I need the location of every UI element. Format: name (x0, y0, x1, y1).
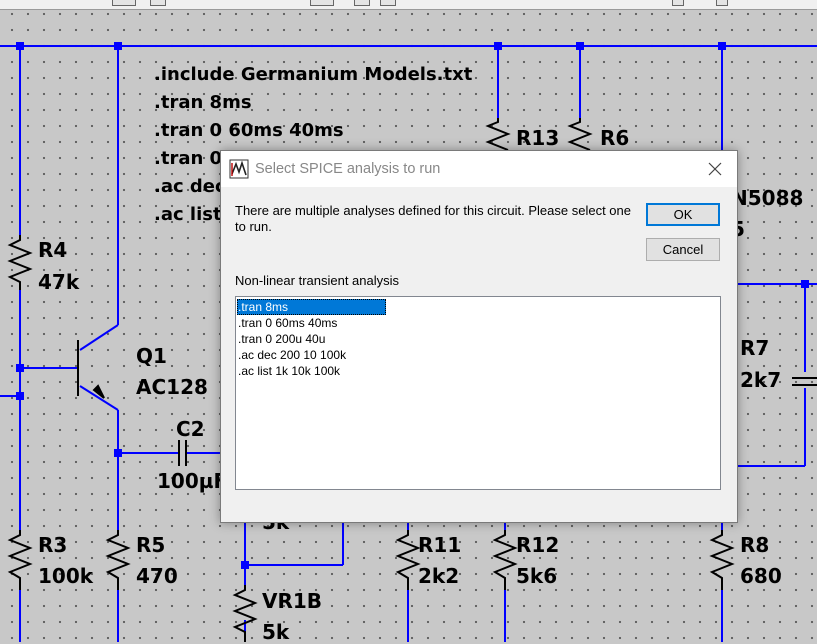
spice-directive[interactable]: .tran 0 60ms 40ms (154, 122, 344, 140)
vr1b-value[interactable]: 5k (262, 622, 289, 642)
select-analysis-dialog: Select SPICE analysis to run There are m… (220, 150, 738, 523)
dialog-titlebar[interactable]: Select SPICE analysis to run (221, 151, 737, 187)
r13-label[interactable]: R13 (516, 128, 559, 148)
r7-label[interactable]: R7 (740, 338, 769, 358)
spice-directive[interactable]: .ac list (154, 206, 222, 224)
close-icon[interactable] (693, 151, 737, 187)
c2-value[interactable]: 100µF (157, 471, 227, 491)
spice-directive[interactable]: .ac dec (154, 178, 226, 196)
c-right-symbol (792, 377, 817, 386)
spice-directive[interactable]: .tran 0 (154, 150, 222, 168)
r3-value[interactable]: 100k (38, 566, 93, 586)
r11-label[interactable]: R11 (418, 535, 461, 555)
q2-model-partial[interactable]: N5088 (731, 188, 803, 208)
cancel-button[interactable]: Cancel (646, 238, 720, 261)
q1-label[interactable]: Q1 (136, 346, 167, 366)
list-item[interactable]: .ac dec 200 10 100k (237, 347, 386, 363)
dialog-title: Select SPICE analysis to run (255, 161, 441, 177)
analysis-listbox[interactable]: .tran 8ms .tran 0 60ms 40ms .tran 0 200u… (235, 296, 721, 490)
list-item[interactable]: .tran 0 60ms 40ms (237, 315, 386, 331)
r12-value[interactable]: 5k6 (516, 566, 557, 586)
list-item[interactable]: .tran 0 200u 40u (237, 331, 386, 347)
r5-value[interactable]: 470 (136, 566, 178, 586)
list-item[interactable]: .tran 8ms (237, 299, 386, 315)
ok-button[interactable]: OK (646, 203, 720, 226)
spice-directive[interactable]: .tran 8ms (154, 94, 252, 112)
dialog-message: There are multiple analyses defined for … (235, 203, 631, 234)
r4-value[interactable]: 47k (38, 272, 79, 292)
c2-label[interactable]: C2 (176, 419, 205, 439)
r6-label[interactable]: R6 (600, 128, 629, 148)
c2-symbol (178, 440, 187, 466)
spice-directive[interactable]: .include Germanium Models.txt (154, 66, 472, 84)
r5-label[interactable]: R5 (136, 535, 165, 555)
analysis-description: Non-linear transient analysis (235, 273, 400, 288)
r4-label[interactable]: R4 (38, 240, 67, 260)
r12-label[interactable]: R12 (516, 535, 559, 555)
list-item[interactable]: .ac list 1k 10k 100k (237, 363, 386, 379)
r8-value[interactable]: 680 (740, 566, 782, 586)
r7-value[interactable]: 2k7 (740, 370, 781, 390)
q1-model[interactable]: AC128 (136, 377, 208, 397)
r8-label[interactable]: R8 (740, 535, 769, 555)
vr1b-label[interactable]: VR1B (262, 591, 322, 611)
r11-value[interactable]: 2k2 (418, 566, 459, 586)
r3-label[interactable]: R3 (38, 535, 67, 555)
ltspice-icon (229, 159, 249, 179)
